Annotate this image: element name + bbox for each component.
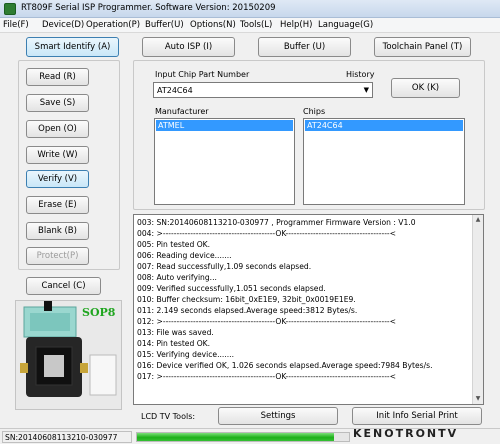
progress-fill bbox=[137, 433, 335, 441]
title-bar: RT809F Serial ISP Programmer. Software V… bbox=[0, 0, 500, 18]
chip-part-value: AT24C64 bbox=[157, 86, 193, 95]
chips-list[interactable]: AT24C64 bbox=[303, 118, 465, 205]
log-line: 016: Device verified OK, 1.026 seconds e… bbox=[137, 361, 433, 370]
smart-identify-button[interactable]: Smart Identify (A) bbox=[26, 37, 119, 57]
menu-tools[interactable]: Tools(L) bbox=[240, 20, 272, 30]
protect-button[interactable]: Protect(P) bbox=[26, 247, 89, 265]
write-button[interactable]: Write (W) bbox=[26, 146, 89, 164]
log-line: 017: >----------------------------------… bbox=[137, 372, 397, 381]
chip-input-label: Input Chip Part Number bbox=[155, 70, 250, 79]
erase-button[interactable]: Erase (E) bbox=[26, 196, 89, 214]
log-line: 013: File was saved. bbox=[137, 328, 214, 337]
log-line: 007: Read successfully,1.09 seconds elap… bbox=[137, 262, 312, 271]
chip-item[interactable]: AT24C64 bbox=[305, 120, 463, 131]
serial-number: SN:20140608113210-030977 bbox=[2, 431, 132, 443]
lcd-tv-tools-label: LCD TV Tools: bbox=[141, 412, 196, 421]
app-icon bbox=[4, 3, 16, 15]
chip-adapter-image: SOP8 bbox=[15, 300, 122, 410]
buffer-button[interactable]: Buffer (U) bbox=[258, 37, 351, 57]
log-line: 003: SN:20140608113210-030977 , Programm… bbox=[137, 218, 416, 227]
log-line: 006: Reading device....... bbox=[137, 251, 232, 260]
watermark: KENOTRONTV bbox=[353, 427, 459, 440]
manufacturer-item[interactable]: ATMEL bbox=[156, 120, 293, 131]
log-line: 011: 2.149 seconds elapsed.Average speed… bbox=[137, 306, 358, 315]
chips-label: Chips bbox=[303, 107, 326, 116]
chip-part-combobox[interactable]: AT24C64 ▼ bbox=[153, 82, 373, 98]
progress-bar bbox=[136, 432, 350, 442]
open-button[interactable]: Open (O) bbox=[26, 120, 89, 138]
menu-buffer[interactable]: Buffer(U) bbox=[145, 20, 184, 30]
read-button[interactable]: Read (R) bbox=[26, 68, 89, 86]
log-scrollbar[interactable]: ▲ ▼ bbox=[472, 215, 483, 404]
log-line: 005: Pin tested OK. bbox=[137, 240, 211, 249]
package-label: SOP8 bbox=[82, 306, 116, 319]
manufacturer-label: Manufacturer bbox=[155, 107, 209, 116]
menu-device[interactable]: Device(D) bbox=[42, 20, 84, 30]
menu-language[interactable]: Language(G) bbox=[318, 20, 373, 30]
menu-bar: File(F) Device(D) Operation(P) Buffer(U)… bbox=[0, 18, 500, 33]
log-line: 014: Pin tested OK. bbox=[137, 339, 211, 348]
log-line: 015: Verifying device....... bbox=[137, 350, 235, 359]
auto-isp-button[interactable]: Auto ISP (I) bbox=[142, 37, 235, 57]
blank-button[interactable]: Blank (B) bbox=[26, 222, 89, 240]
init-serial-print-button[interactable]: Init Info Serial Print bbox=[352, 407, 482, 425]
menu-file[interactable]: File(F) bbox=[3, 20, 29, 30]
chevron-down-icon[interactable]: ▼ bbox=[364, 86, 369, 94]
history-label: History bbox=[346, 70, 375, 79]
scroll-down-icon[interactable]: ▼ bbox=[473, 394, 483, 404]
log-line: 012: >----------------------------------… bbox=[137, 317, 397, 326]
log-line: 004: >----------------------------------… bbox=[137, 229, 397, 238]
toolchain-panel-button[interactable]: Toolchain Panel (T) bbox=[374, 37, 471, 57]
menu-operation[interactable]: Operation(P) bbox=[86, 20, 140, 30]
menu-options[interactable]: Options(N) bbox=[190, 20, 236, 30]
log-line: 010: Buffer checksum: 16bit_0xE1E9, 32bi… bbox=[137, 295, 356, 304]
menu-help[interactable]: Help(H) bbox=[280, 20, 312, 30]
settings-button[interactable]: Settings bbox=[218, 407, 338, 425]
window-title: RT809F Serial ISP Programmer. Software V… bbox=[21, 3, 276, 13]
scroll-up-icon[interactable]: ▲ bbox=[473, 215, 483, 225]
save-button[interactable]: Save (S) bbox=[26, 94, 89, 112]
log-line: 009: Verified successfully,1.051 seconds… bbox=[137, 284, 326, 293]
verify-button[interactable]: Verify (V) bbox=[26, 170, 89, 188]
ok-button[interactable]: OK (K) bbox=[391, 78, 460, 98]
manufacturer-list[interactable]: ATMEL bbox=[154, 118, 295, 205]
log-line: 008: Auto verifying... bbox=[137, 273, 217, 282]
cancel-button[interactable]: Cancel (C) bbox=[26, 277, 101, 295]
log-output[interactable]: 003: SN:20140608113210-030977 , Programm… bbox=[133, 214, 484, 405]
